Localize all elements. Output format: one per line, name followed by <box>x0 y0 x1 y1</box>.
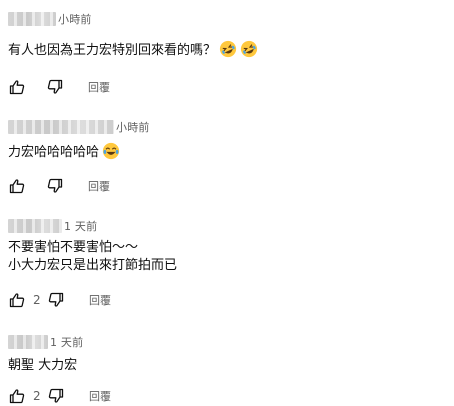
comment-text: 力宏哈哈哈哈哈 <box>8 142 120 162</box>
like-count: 2 <box>33 293 41 307</box>
thumbs-down-icon[interactable] <box>47 291 65 309</box>
like-count: 2 <box>33 389 41 403</box>
comment-item: 1 天前 不要害怕不要害怕～～ 小大力宏只是出來打節拍而已 2 回覆 <box>8 217 454 317</box>
comment-timestamp[interactable]: 1 天前 <box>50 334 83 350</box>
thumbs-up-icon[interactable] <box>8 177 26 195</box>
thumbs-down-icon[interactable] <box>47 387 65 405</box>
comment-text: 有人也因為王力宏特別回來看的嗎？ <box>8 40 258 60</box>
comment-header: 小時前 <box>8 118 150 136</box>
thumbs-down-icon[interactable] <box>46 78 64 96</box>
comment-text-line: 朝聖 大力宏 <box>8 358 78 373</box>
comment-timestamp[interactable]: 小時前 <box>116 119 150 135</box>
rolling-on-floor-laughing-icon <box>240 40 258 58</box>
comment-item: 小時前 有人也因為王力宏特別回來看的嗎？ 回覆 <box>8 10 454 100</box>
comment-header: 1 天前 <box>8 217 97 235</box>
rolling-on-floor-laughing-icon <box>219 40 237 58</box>
comment-timestamp[interactable]: 1 天前 <box>64 218 97 234</box>
thumbs-up-icon[interactable] <box>8 387 26 405</box>
comment-text: 不要害怕不要害怕～～ 小大力宏只是出來打節拍而已 <box>8 239 177 275</box>
thumbs-up-icon[interactable] <box>8 78 26 96</box>
thumbs-up-icon[interactable] <box>8 291 26 309</box>
comment-header: 1 天前 <box>8 333 83 351</box>
comment-actions: 2 回覆 <box>8 290 111 310</box>
comment-actions: 回覆 <box>8 176 110 196</box>
author-name-blurred[interactable] <box>8 219 62 233</box>
comment-text: 朝聖 大力宏 <box>8 357 77 375</box>
comment-text-line: 力宏哈哈哈哈哈 <box>8 145 100 160</box>
reply-button[interactable]: 回覆 <box>88 79 110 95</box>
reply-button[interactable]: 回覆 <box>89 388 111 404</box>
thumbs-down-icon[interactable] <box>46 177 64 195</box>
reply-button[interactable]: 回覆 <box>88 178 110 194</box>
reply-button[interactable]: 回覆 <box>89 292 111 308</box>
comment-text-line: 不要害怕不要害怕～～ <box>8 240 139 255</box>
author-name-blurred[interactable] <box>8 120 114 134</box>
comment-actions: 回覆 <box>8 77 110 97</box>
comment-header: 小時前 <box>8 10 92 28</box>
tears-of-joy-icon <box>102 142 120 160</box>
comment-actions: 2 回覆 <box>8 386 111 406</box>
author-name-blurred[interactable] <box>8 335 48 349</box>
comment-text-line: 有人也因為王力宏特別回來看的嗎？ <box>8 43 217 58</box>
comment-text-line: 小大力宏只是出來打節拍而已 <box>8 258 178 273</box>
comment-item: 小時前 力宏哈哈哈哈哈 回覆 <box>8 118 454 208</box>
comment-timestamp[interactable]: 小時前 <box>58 11 92 27</box>
author-name-blurred[interactable] <box>8 12 56 26</box>
comment-item: 1 天前 朝聖 大力宏 2 回覆 <box>8 333 454 405</box>
